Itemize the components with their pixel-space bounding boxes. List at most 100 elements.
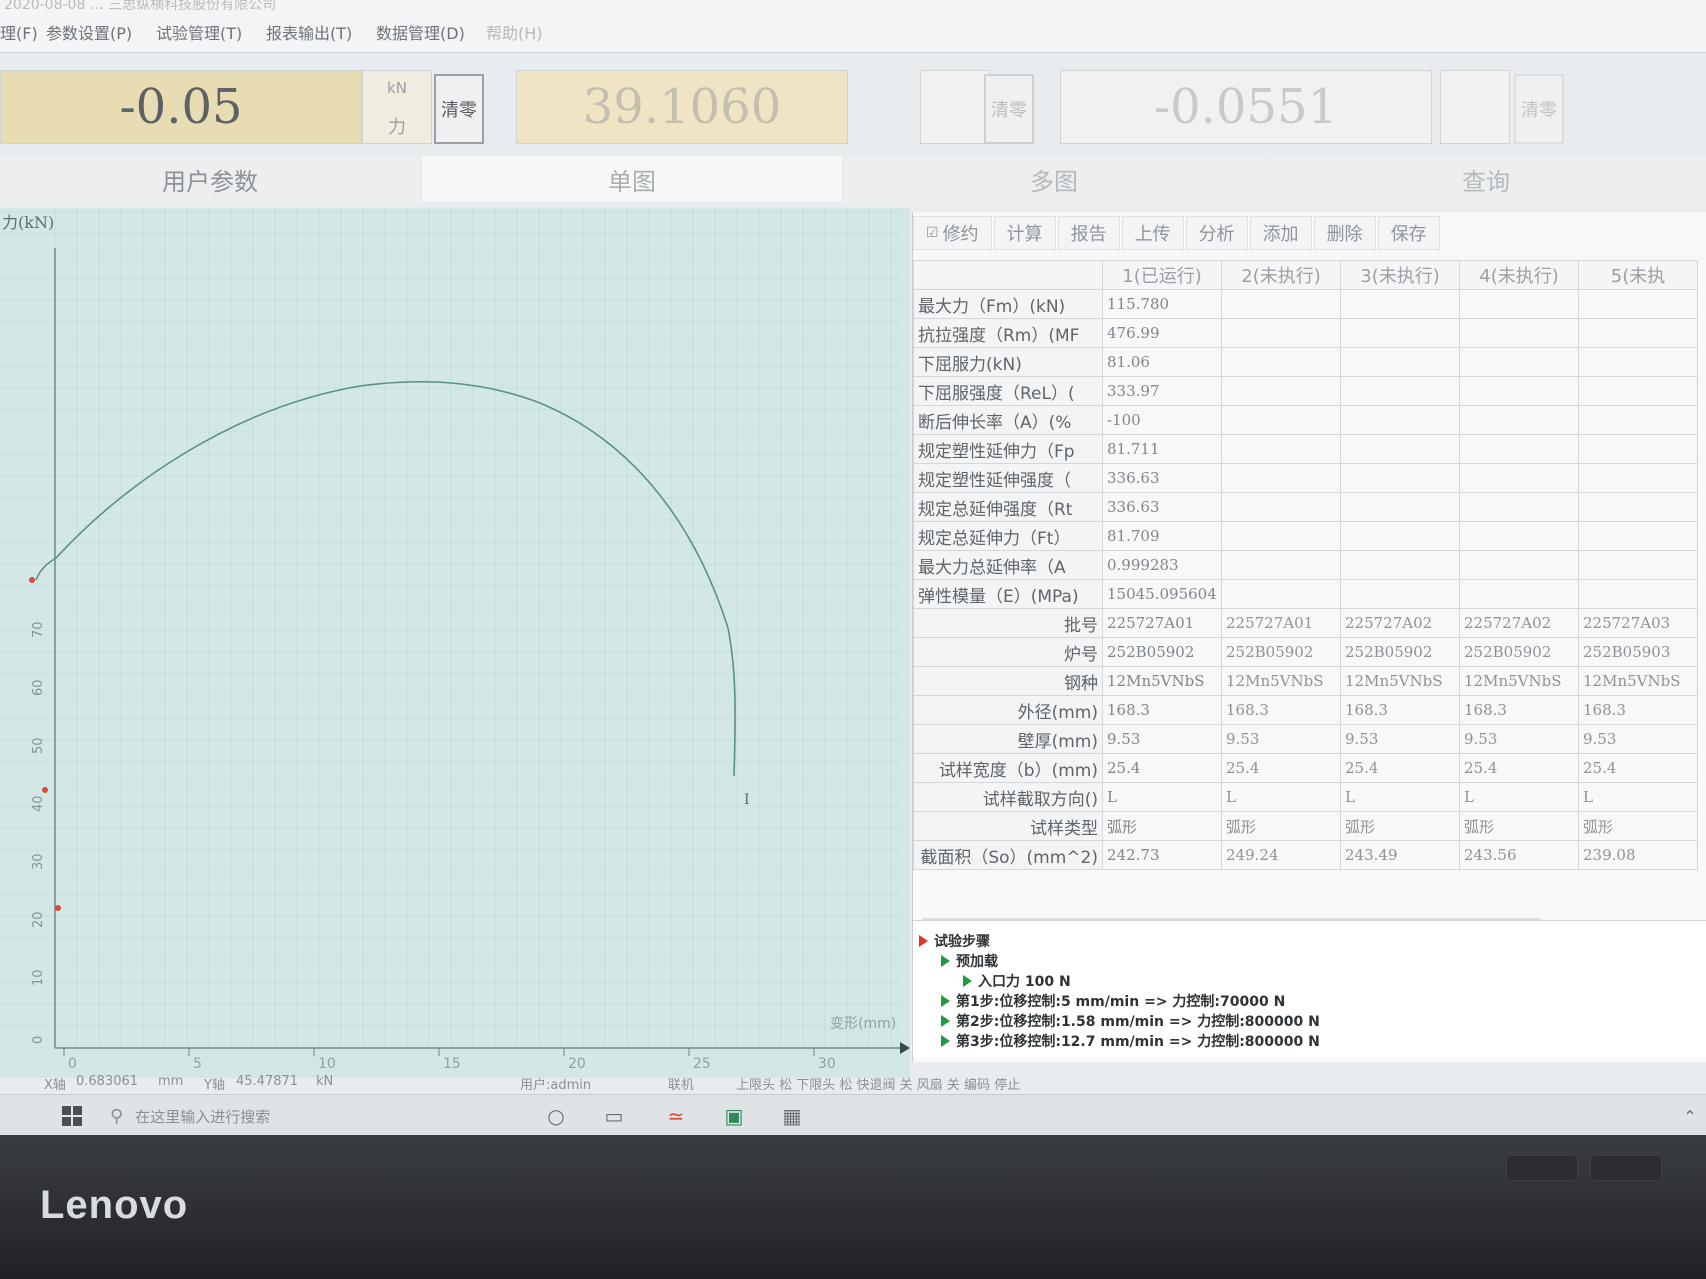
save-button[interactable]: 保存 <box>1377 216 1440 250</box>
task-view-icon[interactable]: ▭ <box>600 1102 628 1130</box>
tab-single-chart[interactable]: 单图 <box>422 156 842 202</box>
menu-test-manage[interactable]: 试验管理(T) <box>156 20 242 44</box>
steps-step-3[interactable]: 第3步:位移控制:12.7 mm/min => 力控制:800000 N <box>941 1031 1320 1051</box>
result-row[interactable]: 最大力（Fm）(kN) 115.780 <box>913 289 1698 319</box>
specimen-row[interactable]: 试样截取方向() L L L L L <box>913 782 1698 812</box>
specimen-value[interactable]: 12Mn5VNbS <box>1459 666 1579 696</box>
chevron-up-icon[interactable]: ⌃ <box>1676 1102 1704 1130</box>
upload-button[interactable]: 上传 <box>1121 216 1184 250</box>
specimen-value[interactable]: 225727A01 <box>1221 608 1341 638</box>
steps-root[interactable]: 试验步骤 <box>919 931 990 951</box>
menu-report[interactable]: 报表输出(T) <box>266 20 352 44</box>
specimen-value[interactable]: 9.53 <box>1102 724 1222 754</box>
specimen-value[interactable]: 252B05902 <box>1340 637 1460 667</box>
specimen-value[interactable]: 弧形 <box>1459 811 1579 841</box>
specimen-row[interactable]: 炉号 252B05902 252B05902 252B05902 252B05902 25… <box>913 637 1698 667</box>
specimen-value[interactable]: 25.4 <box>1340 753 1460 783</box>
specimen-value[interactable]: 225727A02 <box>1340 608 1460 638</box>
cortana-icon[interactable]: ○ <box>542 1102 570 1130</box>
specimen-row[interactable]: 外径(mm) 168.3 168.3 168.3 168.3 168.3 <box>913 695 1698 725</box>
deformation-zero-button[interactable]: 清零 <box>1514 74 1564 144</box>
steps-step-1[interactable]: 第1步:位移控制:5 mm/min => 力控制:70000 N <box>941 991 1285 1011</box>
delete-button[interactable]: 删除 <box>1313 216 1376 250</box>
result-row[interactable]: 断后伸长率（A）(% -100 <box>913 405 1698 435</box>
specimen-row[interactable]: 钢种 12Mn5VNbS 12Mn5VNbS 12Mn5VNbS 12Mn5VNbS 12… <box>913 666 1698 696</box>
specimen-value[interactable]: 252B05902 <box>1221 637 1341 667</box>
specimen-value[interactable]: 168.3 <box>1459 695 1579 725</box>
run-header[interactable]: 5(未执 <box>1578 260 1698 290</box>
specimen-value[interactable]: L <box>1340 782 1460 812</box>
steps-preload[interactable]: 预加载 <box>941 951 998 971</box>
tab-multi-chart[interactable]: 多图 <box>844 156 1264 202</box>
specimen-value[interactable]: 252B05902 <box>1459 637 1579 667</box>
specimen-value[interactable]: 25.4 <box>1459 753 1579 783</box>
result-row[interactable]: 下屈服力(kN) 81.06 <box>913 347 1698 377</box>
excel-icon[interactable]: ▣ <box>720 1102 748 1130</box>
specimen-value[interactable]: 9.53 <box>1578 724 1698 754</box>
displacement-zero-button[interactable]: 清零 <box>984 74 1034 144</box>
specimen-value[interactable]: 弧形 <box>1221 811 1341 841</box>
menu-params[interactable]: 参数设置(P) <box>46 20 132 44</box>
specimen-value[interactable]: 243.56 <box>1459 840 1579 870</box>
menu-help[interactable]: 帮助(H) <box>486 20 543 44</box>
force-zero-button[interactable]: 清零 <box>434 74 484 144</box>
report-button[interactable]: 报告 <box>1057 216 1120 250</box>
specimen-value[interactable]: 25.4 <box>1221 753 1341 783</box>
test-app-icon[interactable]: ≃ <box>662 1102 690 1130</box>
tab-query[interactable]: 查询 <box>1266 156 1706 202</box>
calculator-icon[interactable]: ▦ <box>778 1102 806 1130</box>
result-row[interactable]: 最大力总延伸率（A 0.999283 <box>913 550 1698 580</box>
run-header[interactable]: 4(未执行) <box>1459 260 1579 290</box>
specimen-value[interactable]: 168.3 <box>1102 695 1222 725</box>
tab-user-params[interactable]: 用户参数 <box>0 156 420 202</box>
specimen-value[interactable]: 9.53 <box>1221 724 1341 754</box>
specimen-row[interactable]: 壁厚(mm) 9.53 9.53 9.53 9.53 9.53 <box>913 724 1698 754</box>
specimen-value[interactable]: 225727A01 <box>1102 608 1222 638</box>
specimen-value[interactable]: 9.53 <box>1340 724 1460 754</box>
result-row[interactable]: 规定总延伸力（Ft） 81.709 <box>913 521 1698 551</box>
run-header[interactable]: 1(已运行) <box>1102 260 1222 290</box>
steps-step-2[interactable]: 第2步:位移控制:1.58 mm/min => 力控制:800000 N <box>941 1011 1320 1031</box>
menu-file[interactable]: 理(F) <box>0 20 38 44</box>
specimen-value[interactable]: 225727A02 <box>1459 608 1579 638</box>
result-row[interactable]: 规定总延伸强度（Rt 336.63 <box>913 492 1698 522</box>
steps-preload-force[interactable]: 入口力 100 N <box>963 971 1071 991</box>
result-row[interactable]: 弹性模量（E）(MPa) 15045.095604 <box>913 579 1698 609</box>
specimen-value[interactable]: L <box>1221 782 1341 812</box>
specimen-value[interactable]: 225727A03 <box>1578 608 1698 638</box>
specimen-value[interactable]: 252B05903 <box>1578 637 1698 667</box>
result-row[interactable]: 规定塑性延伸强度（ 336.63 <box>913 463 1698 493</box>
specimen-value[interactable]: 168.3 <box>1578 695 1698 725</box>
specimen-value[interactable]: L <box>1578 782 1698 812</box>
specimen-row[interactable]: 截面积（So）(mm^2) 242.73 249.24 243.49 243.56 239… <box>913 840 1698 870</box>
windows-start-icon[interactable] <box>58 1102 86 1130</box>
specimen-row[interactable]: 批号 225727A01 225727A01 225727A02 225727A02 22… <box>913 608 1698 638</box>
add-button[interactable]: 添加 <box>1249 216 1312 250</box>
result-row[interactable]: 抗拉强度（Rm）(MF 476.99 <box>913 318 1698 348</box>
specimen-value[interactable]: 249.24 <box>1221 840 1341 870</box>
results-grid[interactable]: 1(已运行) 2(未执行) 3(未执行) 4(未执行) 5(未执 最大力（Fm）… <box>913 260 1706 926</box>
monitor-button[interactable] <box>1590 1155 1662 1181</box>
result-row[interactable]: 下屈服强度（ReL）(333.97 <box>913 376 1698 406</box>
result-row[interactable]: 规定塑性延伸力（Fp 81.711 <box>913 434 1698 464</box>
round-checkbox-button[interactable]: ☑ 修约 <box>913 216 992 250</box>
specimen-value[interactable]: 239.08 <box>1578 840 1698 870</box>
specimen-row[interactable]: 试样宽度（b）(mm) 25.4 25.4 25.4 25.4 25.4 <box>913 753 1698 783</box>
specimen-value[interactable]: 12Mn5VNbS <box>1221 666 1341 696</box>
specimen-value[interactable]: 168.3 <box>1340 695 1460 725</box>
specimen-row[interactable]: 试样类型 弧形 弧形 弧形 弧形 弧形 <box>913 811 1698 841</box>
specimen-value[interactable]: 12Mn5VNbS <box>1578 666 1698 696</box>
specimen-value[interactable]: 弧形 <box>1340 811 1460 841</box>
specimen-value[interactable]: L <box>1459 782 1579 812</box>
menu-data[interactable]: 数据管理(D) <box>376 20 465 44</box>
force-deformation-chart[interactable]: 力(kN) 变形(mm) 0 5 10 15 20 25 30 01020304050607… <box>0 208 910 1078</box>
specimen-value[interactable]: 168.3 <box>1221 695 1341 725</box>
specimen-value[interactable]: 25.4 <box>1578 753 1698 783</box>
specimen-value[interactable]: 12Mn5VNbS <box>1102 666 1222 696</box>
run-header[interactable]: 2(未执行) <box>1221 260 1341 290</box>
monitor-button[interactable] <box>1506 1155 1578 1181</box>
specimen-value[interactable]: L <box>1102 782 1222 812</box>
specimen-value[interactable]: 243.49 <box>1340 840 1460 870</box>
specimen-value[interactable]: 25.4 <box>1102 753 1222 783</box>
specimen-value[interactable]: 弧形 <box>1578 811 1698 841</box>
